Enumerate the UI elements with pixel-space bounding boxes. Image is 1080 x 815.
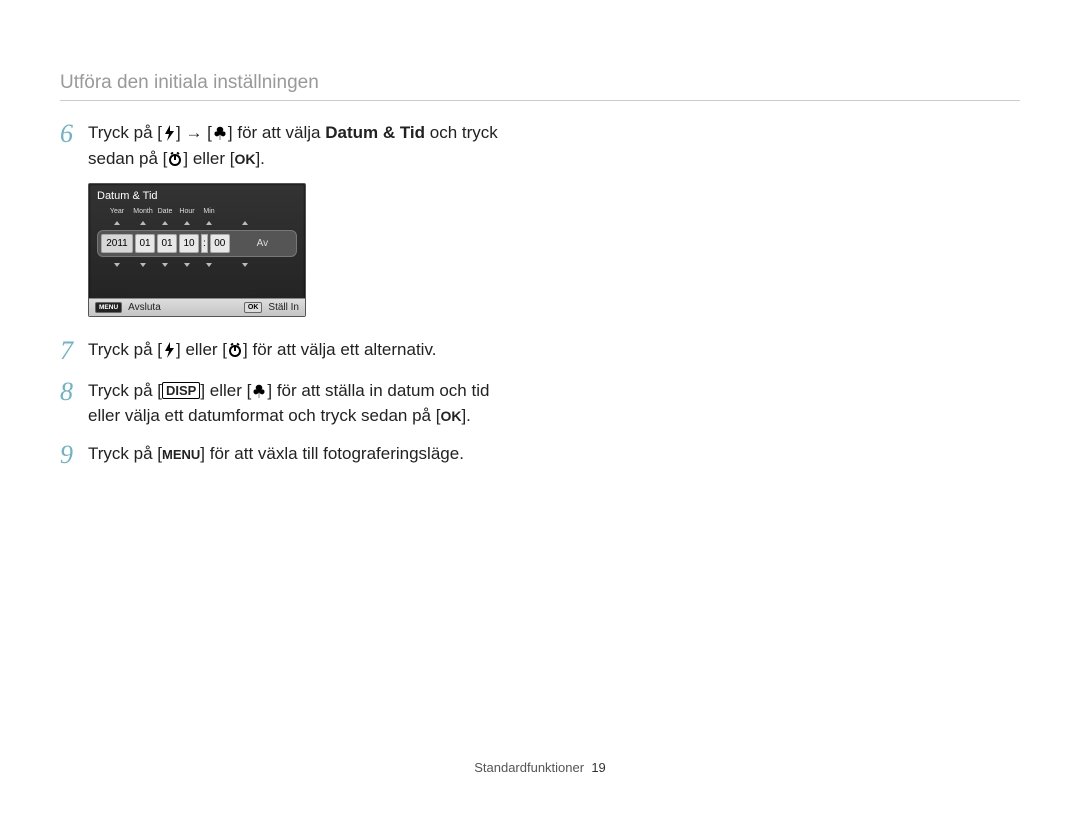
value-hour[interactable]: 10 [179,234,199,253]
text: ] för att ställa in datum och tid [267,381,489,400]
label-min: Min [199,208,219,215]
text: Tryck på [ [88,444,162,463]
datetime-spinner[interactable]: 2011 01 01 10 : 00 Av [97,230,297,257]
up-arrow-icon[interactable] [114,221,120,225]
text: och tryck [425,123,498,142]
menu-button-icon[interactable]: MENU [95,302,122,313]
up-arrow-icon[interactable] [206,221,212,225]
value-min[interactable]: 00 [210,234,230,253]
disp-label: DISP [162,382,200,399]
bold-text: Datum & Tid [325,123,425,142]
label-date: Date [155,208,175,215]
lcd-datetime-panel: Datum & Tid Year Month Date Hour Min 201… [88,183,306,317]
footer-page-number: 19 [591,760,605,775]
text: [ [202,123,211,142]
step-body: Tryck på [ ] eller [ ] för att välja ett a… [88,337,436,366]
text: ] för att växla till fotograferingsläge. [200,444,464,463]
self-timer-icon [167,151,183,167]
text: Tryck på [ [88,123,162,142]
value-month[interactable]: 01 [135,234,155,253]
ok-label: OK [234,151,255,167]
step-8: 8 Tryck på [DISP] eller [ ] för att ställ… [60,378,1020,429]
step-9: 9 Tryck på [MENU] för att växla till fot… [60,441,1020,470]
menu-label: MENU [162,447,200,462]
arrow-row-down [89,257,305,272]
text: Tryck på [ [88,381,162,400]
text: ] eller [ [200,381,251,400]
down-arrow-icon[interactable] [114,263,120,267]
arrow-right: → [185,123,202,142]
step-number: 7 [60,337,88,366]
exit-label: Avsluta [128,302,161,313]
text: ] för att välja ett alternativ. [243,340,436,359]
step-body: Tryck på [] → [] för att välja Datum & T… [88,120,498,171]
text: ]. [255,149,264,168]
step-body: Tryck på [MENU] för att växla till fotog… [88,441,464,470]
self-timer-icon [227,342,243,358]
lcd-column-labels: Year Month Date Hour Min [89,206,305,215]
label-hour: Hour [177,208,197,215]
down-arrow-icon[interactable] [242,263,248,267]
text: ]. [461,406,470,425]
step-number: 8 [60,378,88,429]
page-footer: Standardfunktioner 19 [0,760,1080,775]
page-header-title: Utföra den initiala inställningen [60,72,319,93]
arrow-row-up [89,215,305,230]
text: ] för att välja [228,123,325,142]
macro-icon [212,125,228,141]
ok-button-icon[interactable]: OK [244,302,263,313]
up-arrow-icon[interactable] [184,221,190,225]
step-number: 6 [60,120,88,171]
lcd-spacer [89,272,305,298]
text: ] eller [ [183,149,234,168]
ok-label: OK [440,408,461,424]
down-arrow-icon[interactable] [184,263,190,267]
page-content: 6 Tryck på [] → [] för att välja Datum &… [60,120,1020,481]
value-date[interactable]: 01 [157,234,177,253]
set-label: Ställ In [268,302,299,313]
label-year: Year [103,208,131,215]
macro-icon [251,383,267,399]
down-arrow-icon[interactable] [206,263,212,267]
flash-icon [162,342,176,358]
footer-section: Standardfunktioner [474,760,584,775]
text: ] eller [ [176,340,227,359]
page-header: Utföra den initiala inställningen [60,72,1020,101]
flash-icon [162,125,176,141]
step-number: 9 [60,441,88,470]
down-arrow-icon[interactable] [162,263,168,267]
up-arrow-icon[interactable] [242,221,248,225]
time-colon: : [201,234,208,253]
text: sedan på [ [88,149,167,168]
text: Tryck på [ [88,340,162,359]
value-av[interactable]: Av [232,235,293,252]
lcd-title: Datum & Tid [89,184,305,206]
text: eller välja ett datumformat och tryck se… [88,406,440,425]
manual-page: Utföra den initiala inställningen 6 Tryc… [0,0,1080,815]
up-arrow-icon[interactable] [140,221,146,225]
up-arrow-icon[interactable] [162,221,168,225]
step-7: 7 Tryck på [ ] eller [ ] för att välja ett… [60,337,1020,366]
step-6: 6 Tryck på [] → [] för att välja Datum &… [60,120,1020,171]
step-body: Tryck på [DISP] eller [ ] för att ställa … [88,378,489,429]
label-month: Month [133,208,153,215]
value-year[interactable]: 2011 [101,234,133,253]
lcd-footer: MENU Avsluta OK Ställ In [89,298,305,316]
down-arrow-icon[interactable] [140,263,146,267]
